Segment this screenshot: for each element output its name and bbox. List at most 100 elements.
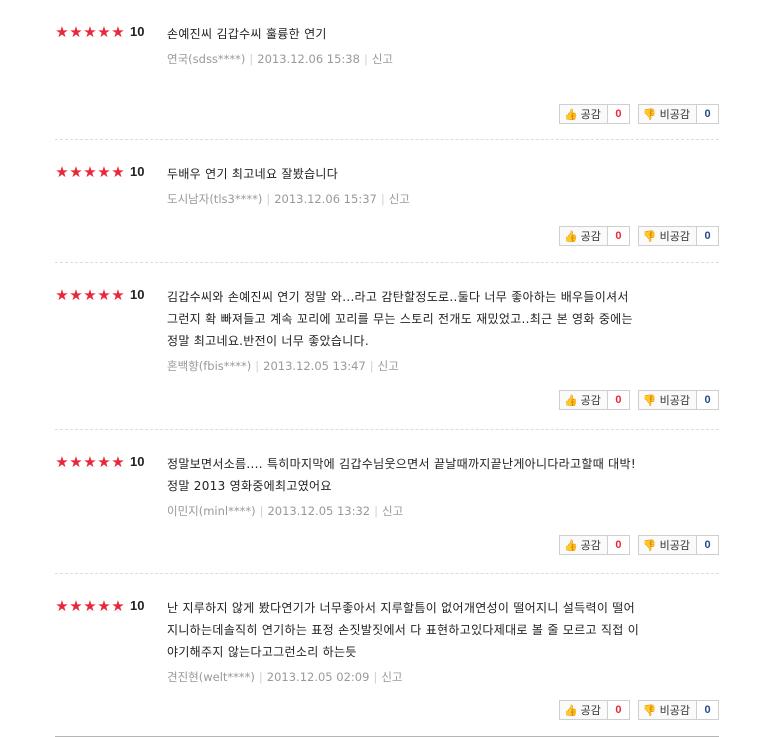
rating: ★ ★ ★ ★ ★ 10 (55, 287, 144, 302)
review-text-line: 정말보면서소름.... 특히마지막에 김갑수님웃으면서 끝날때까지끝난게아니다라… (167, 457, 636, 471)
agree-label: 공감 (580, 230, 601, 243)
review-item: ★ ★ ★ ★ ★ 10 난 지루하지 않게 봤다연기가 너무좋아서 지루할틈이 없어개… (55, 574, 719, 737)
disagree-count: 0 (697, 535, 719, 555)
review-body: 정말보면서소름.... 특히마지막에 김갑수님웃으면서 끝날때까지끝난게아니다라… (167, 453, 697, 519)
review-body: 난 지루하지 않게 봤다연기가 너무좋아서 지루할틈이 없어개연성이 떨어지니 … (167, 597, 697, 685)
author: 연국(sdss****) (167, 52, 246, 66)
star-icon: ★ (111, 452, 125, 471)
review-meta: 연국(sdss****) | 2013.12.06 15:38 | 신고 (167, 51, 697, 67)
report-link[interactable]: 신고 (372, 52, 393, 66)
agree-button[interactable]: 👍 공감 (558, 104, 608, 124)
review-text-line: 두배우 연기 최고네요 잘봤습니다 (167, 167, 339, 181)
star-icon: ★ (69, 22, 83, 41)
report-link[interactable]: 신고 (382, 504, 403, 518)
vote-buttons: 👍 공감 0 👎 비공감 0 (558, 700, 719, 720)
review-text-line: 야기해주지 않는다고그런소리 하는듯 (167, 645, 357, 659)
agree-count: 0 (607, 390, 630, 410)
star-icon: ★ (111, 285, 125, 304)
disagree-button[interactable]: 👎 비공감 (637, 390, 697, 410)
review-text-line: 손예진씨 김갑수씨 훌륭한 연기 (167, 27, 327, 41)
review-item: ★ ★ ★ ★ ★ 10 손예진씨 김갑수씨 훌륭한 연기 연국(sdss****) | 2… (55, 0, 719, 140)
disagree-count: 0 (697, 700, 719, 720)
agree-button[interactable]: 👍 공감 (558, 390, 608, 410)
divider: | (258, 670, 263, 684)
disagree-label: 비공감 (659, 394, 690, 407)
divider: | (259, 504, 264, 518)
review-text-line: 난 지루하지 않게 봤다연기가 너무좋아서 지루할틈이 없어개연성이 떨어지니 … (167, 601, 635, 615)
star-icon: ★ (55, 596, 69, 615)
star-icon: ★ (111, 22, 125, 41)
star-icon: ★ (69, 452, 83, 471)
star-rating: ★ ★ ★ ★ ★ (55, 162, 125, 181)
agree-count: 0 (607, 226, 630, 246)
star-icon: ★ (111, 596, 125, 615)
report-link[interactable]: 신고 (381, 670, 402, 684)
star-icon: ★ (111, 162, 125, 181)
review-meta: 견진현(welt****) | 2013.12.05 02:09 | 신고 (167, 669, 697, 685)
star-icon: ★ (83, 22, 97, 41)
agree-button[interactable]: 👍 공감 (558, 700, 608, 720)
rating: ★ ★ ★ ★ ★ 10 (55, 164, 144, 179)
agree-count: 0 (607, 104, 630, 124)
thumbs-down-icon: 👎 (642, 229, 657, 243)
star-icon: ★ (69, 285, 83, 304)
agree-count: 0 (607, 535, 630, 555)
star-icon: ★ (55, 22, 69, 41)
divider: | (363, 52, 368, 66)
disagree-button[interactable]: 👎 비공감 (637, 104, 697, 124)
author: 도시남자(tls3****) (167, 192, 263, 206)
divider: | (380, 192, 385, 206)
divider: | (374, 504, 379, 518)
review-text-line: 김갑수씨와 손예진씨 연기 정말 와...라고 감탄할정도로..둘다 너무 좋아… (167, 290, 629, 304)
timestamp: 2013.12.06 15:37 (274, 192, 377, 206)
star-icon: ★ (83, 285, 97, 304)
disagree-button[interactable]: 👎 비공감 (637, 535, 697, 555)
agree-label: 공감 (580, 539, 601, 552)
divider: | (255, 359, 260, 373)
vote-buttons: 👍 공감 0 👎 비공감 0 (558, 390, 719, 410)
author: 혼백향(fbis****) (167, 359, 252, 373)
thumbs-down-icon: 👎 (642, 107, 657, 121)
star-icon: ★ (69, 596, 83, 615)
review-text: 난 지루하지 않게 봤다연기가 너무좋아서 지루할틈이 없어개연성이 떨어지니 … (167, 597, 697, 663)
disagree-button[interactable]: 👎 비공감 (637, 226, 697, 246)
author: 이민지(minl****) (167, 504, 256, 518)
star-icon: ★ (83, 162, 97, 181)
star-rating: ★ ★ ★ ★ ★ (55, 452, 125, 471)
review-text: 손예진씨 김갑수씨 훌륭한 연기 (167, 23, 697, 45)
review-item: ★ ★ ★ ★ ★ 10 김갑수씨와 손예진씨 연기 정말 와...라고 감탄할정도로.… (55, 263, 719, 430)
agree-button[interactable]: 👍 공감 (558, 535, 608, 555)
star-icon: ★ (97, 452, 111, 471)
disagree-label: 비공감 (659, 230, 690, 243)
timestamp: 2013.12.05 02:09 (266, 670, 370, 684)
rating: ★ ★ ★ ★ ★ 10 (55, 454, 144, 469)
star-icon: ★ (55, 162, 69, 181)
star-icon: ★ (55, 285, 69, 304)
star-rating: ★ ★ ★ ★ ★ (55, 22, 125, 41)
review-text-line: 정말 2013 영화중에최고였어요 (167, 479, 332, 493)
divider: | (266, 192, 271, 206)
thumbs-down-icon: 👎 (642, 393, 657, 407)
divider: | (369, 359, 374, 373)
disagree-label: 비공감 (659, 704, 690, 717)
report-link[interactable]: 신고 (378, 359, 399, 373)
disagree-button[interactable]: 👎 비공감 (637, 700, 697, 720)
thumbs-down-icon: 👎 (642, 703, 657, 717)
report-link[interactable]: 신고 (389, 192, 410, 206)
review-text-line: 그런지 확 빠져들고 계속 꼬리에 꼬리를 무는 스토리 전개도 재밌었고..최… (167, 312, 633, 326)
review-meta: 도시남자(tls3****) | 2013.12.06 15:37 | 신고 (167, 191, 697, 207)
star-icon: ★ (69, 162, 83, 181)
thumbs-up-icon: 👍 (563, 538, 578, 552)
review-text-line: 정말 최고네요.반전이 너무 좋았습니다. (167, 334, 370, 348)
star-icon: ★ (97, 596, 111, 615)
agree-button[interactable]: 👍 공감 (558, 226, 608, 246)
star-icon: ★ (97, 162, 111, 181)
agree-label: 공감 (580, 704, 601, 717)
agree-label: 공감 (580, 394, 601, 407)
review-text: 정말보면서소름.... 특히마지막에 김갑수님웃으면서 끝날때까지끝난게아니다라… (167, 453, 697, 497)
disagree-label: 비공감 (659, 539, 690, 552)
rating-score: 10 (130, 24, 145, 39)
review-item: ★ ★ ★ ★ ★ 10 두배우 연기 최고네요 잘봤습니다 도시남자(tls3****… (55, 140, 719, 263)
review-body: 김갑수씨와 손예진씨 연기 정말 와...라고 감탄할정도로..둘다 너무 좋아… (167, 286, 697, 374)
star-icon: ★ (97, 22, 111, 41)
